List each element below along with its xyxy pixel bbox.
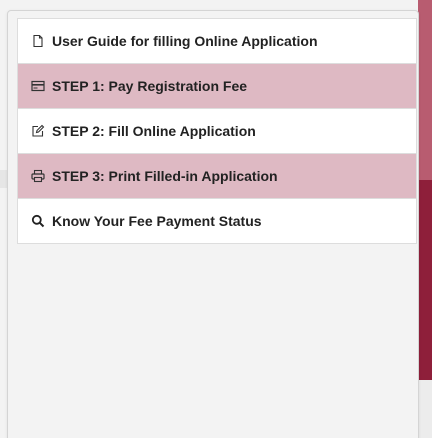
menu-item-label: STEP 2: Fill Online Application — [52, 123, 256, 139]
menu-item-label: Know Your Fee Payment Status — [52, 213, 262, 229]
menu-item-label: User Guide for filling Online Applicatio… — [52, 33, 318, 49]
background-accent-top — [418, 0, 432, 180]
menu-item-label: STEP 3: Print Filled-in Application — [52, 168, 278, 184]
background-accent-middle — [418, 180, 432, 380]
menu-item-step-3-print-application[interactable]: STEP 3: Print Filled-in Application — [17, 154, 417, 199]
search-icon — [30, 213, 46, 229]
menu-item-user-guide[interactable]: User Guide for filling Online Applicatio… — [17, 19, 417, 64]
edit-icon — [30, 123, 46, 139]
menu-item-fee-payment-status[interactable]: Know Your Fee Payment Status — [17, 199, 417, 244]
credit-card-icon — [30, 78, 46, 94]
menu-item-label: STEP 1: Pay Registration Fee — [52, 78, 248, 94]
menu-item-step-1-pay-fee[interactable]: STEP 1: Pay Registration Fee — [17, 64, 417, 109]
menu-item-step-2-fill-application[interactable]: STEP 2: Fill Online Application — [17, 109, 417, 154]
printer-icon — [30, 168, 46, 184]
application-steps-menu: User Guide for filling Online Applicatio… — [17, 18, 417, 244]
document-icon — [30, 33, 46, 49]
page: User Guide for filling Online Applicatio… — [0, 0, 432, 438]
application-steps-panel: User Guide for filling Online Applicatio… — [7, 10, 419, 438]
background-accent-bottom — [418, 380, 432, 438]
